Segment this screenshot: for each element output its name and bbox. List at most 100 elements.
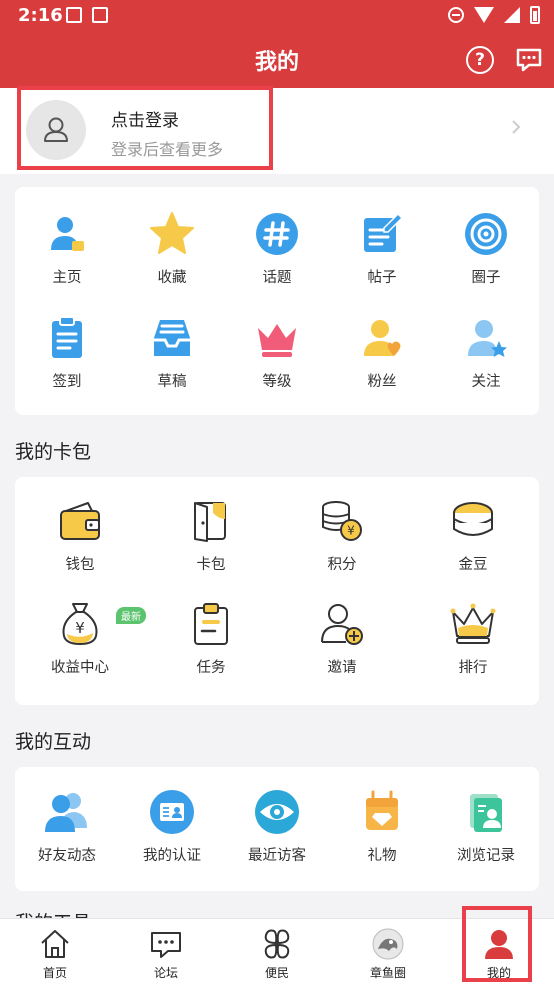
grid-item-label: 粉丝 [367, 374, 397, 390]
drafts-tray-icon [154, 320, 190, 356]
grid-item-label: 草稿 [157, 374, 187, 390]
nav-services[interactable]: 便民 [222, 919, 332, 984]
do-not-disturb-icon [448, 7, 464, 23]
home-icon [41, 930, 69, 958]
interaction-item-label: 我的认证 [143, 848, 201, 864]
image-notification-icon [66, 7, 82, 23]
app-notification-icon [92, 7, 108, 23]
fans-heart-icon [364, 320, 401, 356]
interaction-item-label: 好友动态 [38, 848, 96, 864]
chevron-right-icon[interactable] [510, 120, 522, 134]
grid-item-level[interactable]: 等级 [225, 314, 329, 391]
interaction-item-label: 礼物 [367, 848, 397, 864]
status-time: 2:16 [18, 5, 63, 26]
invite-user-icon [321, 604, 363, 645]
active-tab-highlight-box [462, 906, 532, 982]
history-icon [470, 794, 502, 832]
nav-octopus-circle[interactable]: 章鱼圈 [333, 919, 443, 984]
grid-item-circles[interactable]: 圈子 [434, 210, 538, 287]
clipboard-icon [52, 316, 82, 358]
wifi-icon [474, 7, 494, 23]
grid-item-fans[interactable]: 粉丝 [330, 314, 434, 391]
grid-item-label: 等级 [262, 374, 292, 390]
post-edit-icon [364, 212, 404, 252]
wallet-item-points[interactable]: ¥ 积分 [290, 497, 394, 574]
svg-text:¥: ¥ [75, 619, 85, 637]
system-status-icons [448, 6, 540, 24]
wallet-item-label: 金豆 [458, 557, 488, 573]
cell-signal-icon [504, 7, 520, 23]
ranking-crown-icon [450, 603, 496, 644]
home-user-icon [51, 217, 84, 251]
status-bar: 2:16 [0, 0, 554, 32]
interaction-item-history[interactable]: 浏览记录 [434, 788, 538, 865]
wallet-section-title: 我的卡包 [15, 441, 92, 463]
card-pack-icon [194, 502, 226, 542]
new-badge: 最新 [116, 607, 146, 624]
wallet-icon [60, 502, 100, 540]
top-app-bar: 2:16 我的 ? [0, 0, 554, 88]
grid-item-posts[interactable]: 帖子 [330, 210, 434, 287]
grid-item-homepage[interactable]: 主页 [15, 210, 119, 287]
wallet-item-label: 卡包 [196, 557, 226, 573]
svg-text:¥: ¥ [347, 524, 355, 538]
wallet-item-label: 钱包 [65, 557, 95, 573]
grid-item-topics[interactable]: 话题 [225, 210, 329, 287]
interaction-section-title: 我的互动 [15, 731, 92, 753]
certification-icon [150, 790, 194, 834]
wallet-item-label: 任务 [196, 660, 226, 676]
wallet-item-goldbeans[interactable]: 金豆 [421, 497, 525, 574]
points-coins-icon: ¥ [322, 501, 362, 541]
grid-item-label: 签到 [52, 374, 82, 390]
gold-beans-icon [453, 502, 493, 536]
grid-item-label: 圈子 [471, 270, 501, 286]
grid-item-favorites[interactable]: 收藏 [120, 210, 224, 287]
octopus-icon [372, 928, 404, 960]
wallet-item-wallet[interactable]: 钱包 [28, 497, 132, 574]
nav-home[interactable]: 首页 [0, 919, 110, 984]
circle-target-icon [465, 213, 507, 255]
grid-item-label: 收藏 [157, 270, 187, 286]
interaction-item-gifts[interactable]: 礼物 [330, 788, 434, 865]
friends-icon [45, 793, 87, 832]
grid-item-label: 帖子 [367, 270, 397, 286]
message-button[interactable] [515, 46, 543, 74]
wallet-item-tasks[interactable]: 任务 [159, 600, 263, 677]
money-bag-icon: ¥ [62, 603, 98, 646]
wallet-item-label: 排行 [458, 660, 488, 676]
question-mark-icon: ? [475, 50, 485, 70]
star-icon [150, 212, 194, 254]
nav-label: 便民 [264, 966, 289, 980]
nav-label: 首页 [42, 966, 67, 980]
interaction-item-certification[interactable]: 我的认证 [120, 788, 224, 865]
wallet-item-invite[interactable]: 邀请 [290, 600, 394, 677]
nav-label: 论坛 [153, 966, 178, 980]
grid-item-drafts[interactable]: 草稿 [120, 314, 224, 391]
interaction-item-friends[interactable]: 好友动态 [15, 788, 119, 865]
grid-item-label: 关注 [471, 374, 501, 390]
battery-icon [530, 6, 540, 24]
follow-star-icon [468, 320, 507, 357]
nav-label: 章鱼圈 [369, 966, 406, 980]
crown-icon [258, 324, 296, 357]
grid-item-following[interactable]: 关注 [434, 314, 538, 391]
login-highlight-box [17, 86, 273, 170]
wallet-item-label: 收益中心 [51, 660, 109, 676]
interaction-item-label: 最近访客 [248, 848, 306, 864]
help-button[interactable]: ? [466, 46, 494, 74]
gift-icon [366, 790, 398, 830]
interaction-item-label: 浏览记录 [457, 848, 515, 864]
wallet-item-label: 积分 [327, 557, 357, 573]
wallet-item-ranking[interactable]: 排行 [421, 600, 525, 677]
forum-icon [151, 932, 181, 958]
wallet-item-cardpack[interactable]: 卡包 [159, 497, 263, 574]
hashtag-icon [256, 213, 298, 255]
clover-icon [264, 929, 290, 959]
grid-item-label: 主页 [52, 270, 82, 286]
task-clipboard-icon [194, 603, 228, 645]
wallet-item-label: 邀请 [327, 660, 357, 676]
grid-item-checkin[interactable]: 签到 [15, 314, 119, 391]
nav-forum[interactable]: 论坛 [111, 919, 221, 984]
grid-item-label: 话题 [262, 270, 292, 286]
interaction-item-visitors[interactable]: 最近访客 [225, 788, 329, 865]
